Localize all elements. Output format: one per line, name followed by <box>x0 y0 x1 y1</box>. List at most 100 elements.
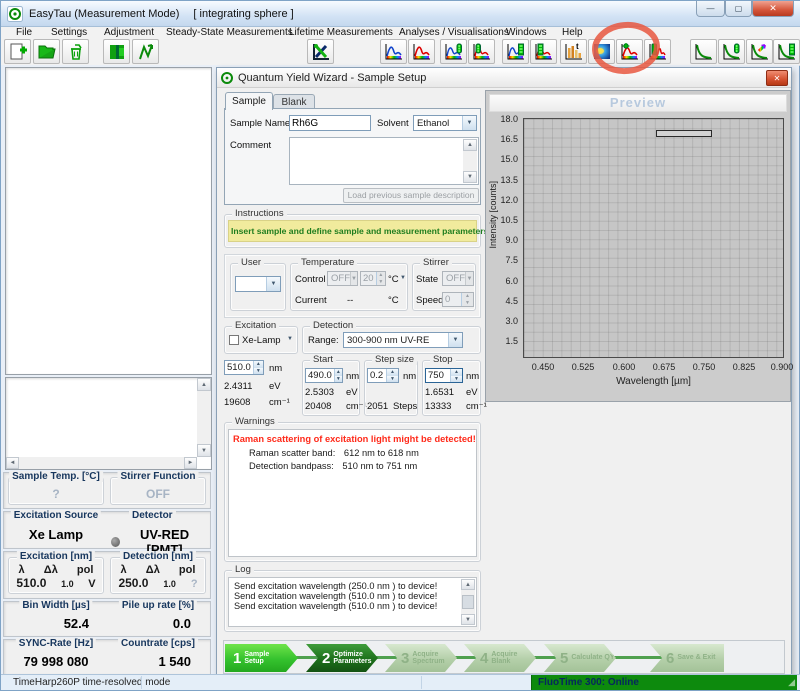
menu-steady-state[interactable]: Steady-State Measurements <box>166 27 293 39</box>
decay-wizard-button[interactable] <box>718 39 745 64</box>
shutter-button[interactable] <box>103 39 130 64</box>
stirrer-speed-spinner[interactable]: 0 ▲▼ <box>442 292 474 307</box>
scroll-right-icon[interactable]: ► <box>184 457 197 469</box>
scroll-left-icon[interactable]: ◄ <box>6 457 19 469</box>
spin-down-icon[interactable]: ▼ <box>387 376 398 383</box>
emission-spectrum-wizard-button[interactable] <box>440 39 467 64</box>
menu-windows[interactable]: Windows <box>506 27 547 39</box>
emission-spectrum-button[interactable] <box>380 39 407 64</box>
user-select[interactable]: ▼ <box>235 276 281 292</box>
decay-button[interactable] <box>690 39 717 64</box>
y-tick: 12.0 <box>500 195 518 205</box>
scroll-thumb[interactable] <box>462 595 474 609</box>
scroll-down-icon[interactable]: ▼ <box>463 171 477 183</box>
stop-spinner[interactable]: 750 ▲▼ <box>425 368 463 383</box>
x-tick: 0.450 <box>532 362 555 372</box>
excitation-spectra-series-button[interactable] <box>530 39 557 64</box>
open-button[interactable] <box>33 39 60 64</box>
log-scrollbar[interactable]: ▲ ▼ <box>461 579 475 625</box>
message-panel[interactable]: ▲ ▼ ◄ ► <box>5 377 212 470</box>
excitation-ev-value: 2.4311 <box>224 381 252 392</box>
step-size-value: 0.2 <box>368 369 386 382</box>
menu-settings[interactable]: Settings <box>51 27 87 39</box>
scroll-up-icon[interactable]: ▲ <box>197 378 211 391</box>
tres-map-button[interactable] <box>588 39 615 64</box>
excitation-pol-value: V <box>88 578 95 590</box>
menu-lifetime[interactable]: Lifetime Measurements <box>289 27 393 39</box>
step-label: Calculate QY <box>571 654 615 662</box>
message-vscrollbar[interactable]: ▲ ▼ <box>197 378 211 457</box>
resize-grip-icon[interactable]: ◢ <box>788 677 795 688</box>
excitation-wavelength-spinner[interactable]: 510.0 ▲▼ <box>224 360 264 375</box>
excitation-spectrum-wizard-button[interactable] <box>468 39 495 64</box>
scroll-up-icon[interactable]: ▲ <box>463 139 477 151</box>
comment-label: Comment <box>230 140 271 151</box>
new-measurement-button[interactable] <box>4 39 31 64</box>
xe-lamp-checkbox[interactable] <box>229 335 239 345</box>
status-row-source: Excitation Source Xe Lamp Detector UV-RE… <box>3 511 211 549</box>
close-button[interactable]: ✕ <box>752 1 794 17</box>
delete-button[interactable] <box>62 39 89 64</box>
nm-unit: nm <box>403 371 416 382</box>
solvent-select[interactable]: Ethanol ▼ <box>413 115 477 131</box>
measurement-list-panel[interactable] <box>5 67 212 375</box>
bin-width-label: Bin Width [µs] <box>19 600 92 611</box>
start-spinner[interactable]: 490.0 ▲▼ <box>305 368 343 383</box>
menu-analyses[interactable]: Analyses / Visualisations <box>399 27 509 39</box>
wizard-steps-bar: 1 Sample Setup 2 Optimize Parameters 3 A… <box>223 640 785 674</box>
minimize-button[interactable]: — <box>696 1 725 17</box>
menu-file[interactable]: File <box>16 27 32 39</box>
temperature-control-select[interactable]: OFF ▼ <box>327 271 358 286</box>
spin-down-icon[interactable]: ▼ <box>377 279 385 286</box>
excitation-spectrum-button[interactable] <box>408 39 435 64</box>
temperature-setpoint-spinner[interactable]: 20 ▲▼ <box>360 271 386 286</box>
quantum-yield-wizard-button[interactable] <box>616 39 643 64</box>
steps-count-value: 2051 <box>367 401 388 412</box>
comment-textarea[interactable]: ▲ ▼ <box>289 137 479 185</box>
sample-name-input[interactable] <box>289 115 371 131</box>
stirrer-state-select[interactable]: OFF ▼ <box>442 271 474 286</box>
close-icon: ✕ <box>769 3 777 14</box>
x-tick: 0.750 <box>693 362 716 372</box>
message-hscrollbar[interactable]: ◄ ► <box>6 457 197 469</box>
step-size-spinner[interactable]: 0.2 ▲▼ <box>367 368 399 383</box>
title-bar: EasyTau (Measurement Mode) [ integrating… <box>1 1 800 27</box>
scroll-down-icon[interactable]: ▼ <box>461 614 475 625</box>
log-line: Send excitation wavelength (510.0 nm ) t… <box>234 591 458 601</box>
countrate-value: 1 540 <box>111 654 205 669</box>
chevron-down-icon[interactable]: ▼ <box>400 275 406 281</box>
current-label: Current <box>295 295 327 306</box>
menu-adjustment[interactable]: Adjustment <box>104 27 154 39</box>
emission-spectra-series-button[interactable] <box>502 39 529 64</box>
scroll-down-icon[interactable]: ▼ <box>197 444 211 457</box>
statusbar-divider <box>421 676 422 689</box>
control-label: Control <box>295 274 326 285</box>
tres-button[interactable]: t <box>560 39 587 64</box>
open-folder-icon <box>37 42 57 62</box>
maximize-button[interactable]: ▢ <box>725 1 752 17</box>
instrument-setup-button[interactable] <box>307 39 334 64</box>
menu-help[interactable]: Help <box>562 27 583 39</box>
tab-sample[interactable]: Sample <box>225 92 273 110</box>
decay-shift-button[interactable] <box>746 39 773 64</box>
spin-down-icon[interactable]: ▼ <box>335 376 342 383</box>
load-previous-button[interactable]: Load previous sample description <box>343 188 479 203</box>
anisotropy-button[interactable] <box>644 39 671 64</box>
manual-adjustment-button[interactable] <box>132 39 159 64</box>
detection-nm-group: Detection [nm] λΔλpol 250.0 1.0 ? <box>110 557 206 594</box>
spin-down-icon[interactable]: ▼ <box>254 368 263 375</box>
spin-down-icon[interactable]: ▼ <box>451 376 462 383</box>
scroll-up-icon[interactable]: ▲ <box>461 579 475 590</box>
comment-scrollbar[interactable]: ▲ ▼ <box>463 139 477 183</box>
ev-unit: eV <box>346 387 358 398</box>
decay-series-button[interactable] <box>773 39 800 64</box>
stirrer-function-label: Stirrer Function <box>117 471 198 482</box>
bin-width-group: Bin Width [µs] 52.4 <box>8 606 104 633</box>
window-title: EasyTau (Measurement Mode) <box>29 8 179 20</box>
spin-down-icon[interactable]: ▼ <box>462 300 473 307</box>
step-sample-setup[interactable]: 1 Sample Setup <box>225 644 298 672</box>
chevron-down-icon[interactable]: ▼ <box>287 336 293 342</box>
range-select[interactable]: 300-900 nm UV-RE ▼ <box>343 332 463 348</box>
x-tick: 0.675 <box>653 362 676 372</box>
dialog-close-button[interactable]: ✕ <box>766 70 788 86</box>
